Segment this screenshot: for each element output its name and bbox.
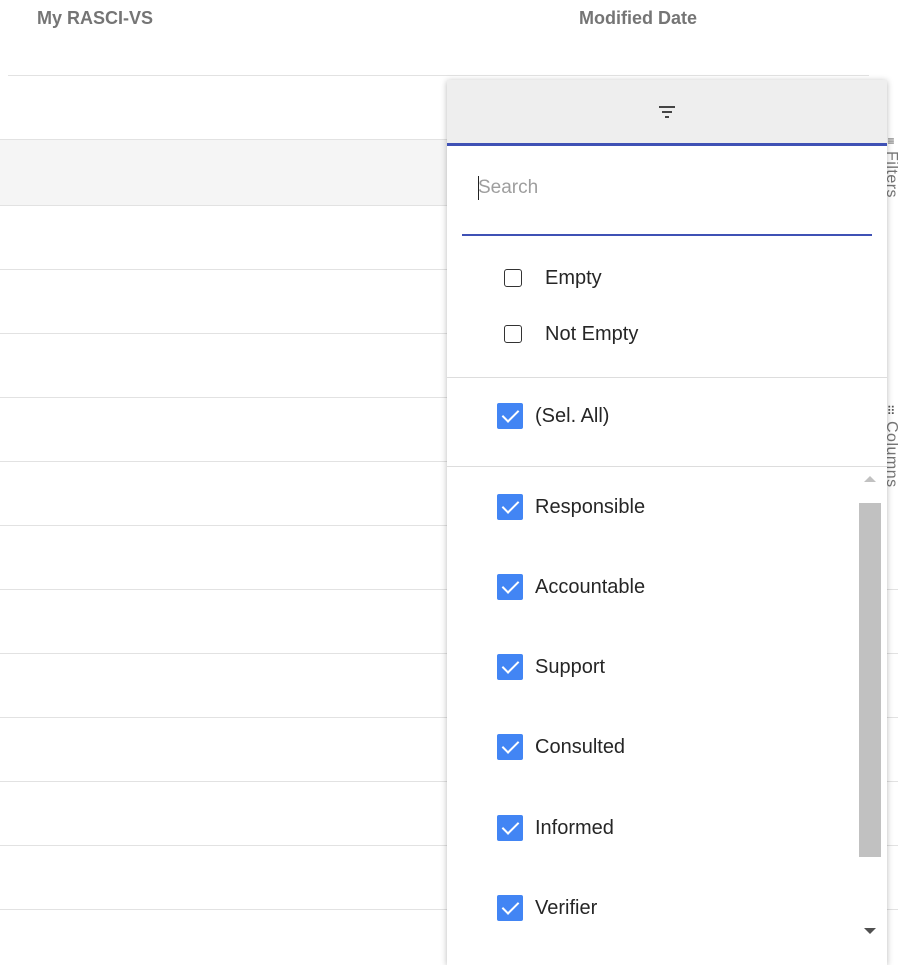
not-empty-checkbox[interactable] [504, 325, 522, 343]
value-label: Consulted [535, 735, 626, 758]
empty-checkbox[interactable] [504, 269, 522, 287]
filter-value-list: Responsible Accountable Support Consulte… [447, 467, 887, 965]
scroll-down-arrow-icon[interactable] [864, 928, 876, 934]
option-empty-label: Empty [545, 266, 602, 289]
list-item[interactable]: Informed [447, 808, 857, 848]
filter-list-icon: ≡ [887, 134, 895, 148]
value-checkbox[interactable] [497, 895, 523, 921]
filter-popup: Empty Not Empty (Sel. All) Responsible A… [447, 80, 887, 965]
column-header-modified-date[interactable]: Modified Date [579, 8, 697, 29]
select-all-label: (Sel. All) [535, 404, 610, 427]
scroll-up-arrow-icon[interactable] [864, 476, 876, 482]
value-checkbox[interactable] [497, 815, 523, 841]
option-not-empty[interactable]: Not Empty [447, 314, 887, 354]
value-checkbox[interactable] [497, 734, 523, 760]
value-checkbox[interactable] [497, 654, 523, 680]
list-scrollbar[interactable] [857, 468, 883, 965]
value-checkbox[interactable] [497, 494, 523, 520]
list-item[interactable]: Consulted [447, 727, 857, 767]
columns-icon: ⠿ [886, 404, 896, 418]
search-input[interactable] [462, 168, 872, 208]
value-label: Verifier [535, 896, 598, 919]
value-label: Informed [535, 816, 614, 839]
list-item[interactable]: Accountable [447, 567, 857, 607]
column-header-my-rasci-vs[interactable]: My RASCI-VS [37, 8, 153, 29]
filter-tab[interactable] [447, 80, 887, 146]
select-all-item[interactable]: (Sel. All) [447, 396, 857, 436]
list-item[interactable]: Support [447, 647, 857, 687]
value-label: Accountable [535, 575, 646, 598]
select-all-checkbox[interactable] [497, 403, 523, 429]
filter-icon [657, 105, 677, 119]
divider [447, 377, 887, 378]
list-item[interactable]: Responsible [447, 487, 857, 527]
value-checkbox[interactable] [497, 574, 523, 600]
option-empty[interactable]: Empty [447, 258, 887, 298]
value-label: Responsible [535, 495, 646, 518]
text-caret [478, 176, 479, 200]
list-item[interactable]: Verifier [447, 888, 857, 928]
value-label: Support [535, 655, 606, 678]
search-field [462, 168, 872, 236]
option-not-empty-label: Not Empty [545, 322, 639, 345]
scrollbar-thumb[interactable] [859, 503, 881, 857]
